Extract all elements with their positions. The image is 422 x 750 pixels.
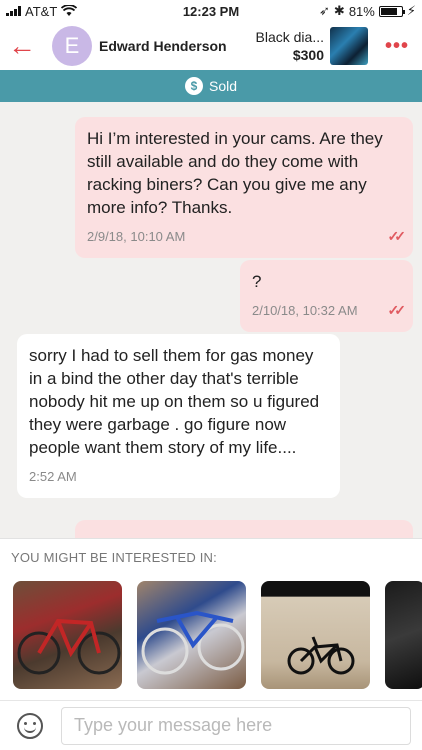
back-arrow-icon[interactable]: ← (8, 32, 44, 60)
message-bubble-outgoing[interactable]: Hi I’m interested in your cams. Are they… (75, 117, 413, 258)
charging-icon: ⚡︎ (406, 3, 416, 18)
message-text: Hi I’m interested in your cams. Are they… (87, 129, 383, 217)
sold-banner: $ Sold (0, 70, 422, 102)
listing-summary[interactable]: Black dia... $300 (256, 28, 324, 64)
suggestion-card[interactable] (13, 581, 122, 689)
wifi-icon (61, 5, 78, 16)
message-bubble-outgoing[interactable]: ? 2/10/18, 10:32 AM ✓✓ (240, 260, 413, 332)
battery-fill (380, 7, 398, 15)
message-time: 2/10/18, 10:32 AM (252, 303, 358, 318)
location-icon: ➶ (319, 3, 330, 18)
read-receipt-icon: ✓✓ (387, 302, 407, 318)
suggestion-card[interactable] (261, 581, 370, 689)
chat-header: ← E Edward Henderson Black dia... $300 •… (0, 22, 422, 70)
listing-title: Black dia... (255, 29, 324, 45)
bicycle-image (141, 610, 245, 675)
message-bubble-incoming[interactable]: sorry I had to sell them for gas money i… (17, 334, 340, 498)
message-text: sorry I had to sell them for gas money i… (29, 346, 320, 457)
more-options-icon[interactable]: ••• (380, 35, 414, 58)
message-input[interactable] (61, 706, 411, 745)
suggestion-carousel[interactable] (13, 581, 422, 689)
listing-thumbnail[interactable] (330, 27, 368, 65)
composer (0, 700, 422, 750)
message-text: ? (252, 272, 262, 291)
smiley-icon[interactable] (17, 712, 43, 739)
signal-icon (6, 6, 21, 16)
battery-percent: 81% (348, 3, 375, 19)
suggestions-panel: YOU MIGHT BE INTERESTED IN: (0, 538, 422, 700)
dollar-coin-icon: $ (184, 77, 203, 95)
avatar[interactable]: E (52, 26, 92, 66)
message-bubble-outgoing[interactable] (75, 520, 413, 538)
bicycle-image (17, 618, 121, 675)
message-time: 2/9/18, 10:10 AM (87, 229, 186, 244)
status-bar: AT&T 12:23 PM ➶ ✱ 81% ⚡︎ (0, 0, 422, 22)
message-list[interactable]: Hi I’m interested in your cams. Are they… (0, 102, 422, 538)
read-receipt-icon: ✓✓ (387, 228, 407, 244)
carrier-label: AT&T (25, 3, 58, 19)
battery-icon (378, 5, 405, 17)
sold-label: Sold (208, 78, 238, 94)
suggestions-title: YOU MIGHT BE INTERESTED IN: (11, 550, 217, 565)
status-icons: ➶ ✱ 81% ⚡︎ (319, 3, 416, 19)
bicycle-image (287, 636, 355, 675)
carrier-group: AT&T (6, 3, 78, 19)
listing-price: $300 (292, 47, 324, 63)
suggestion-card[interactable] (137, 581, 246, 689)
user-name[interactable]: Edward Henderson (99, 38, 256, 54)
message-time: 2:52 AM (29, 469, 77, 484)
suggestion-card[interactable] (385, 581, 422, 689)
bluetooth-icon: ✱ (333, 3, 345, 18)
